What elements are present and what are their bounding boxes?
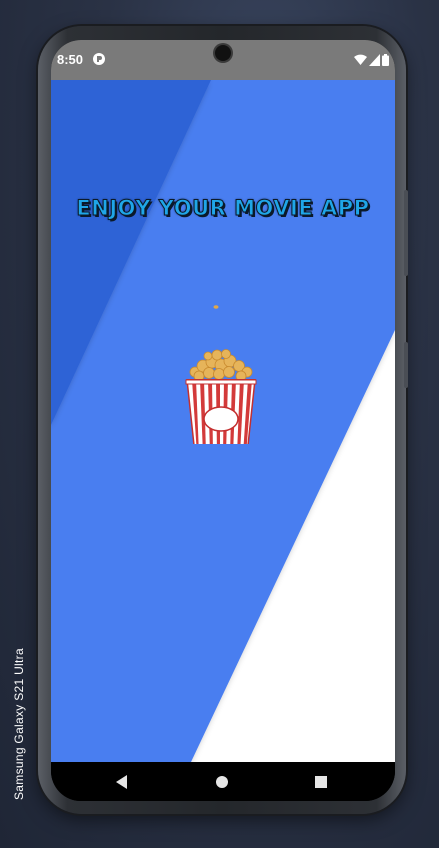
front-camera <box>215 45 231 61</box>
battery-icon <box>382 54 389 66</box>
volume-button <box>404 190 408 276</box>
power-button <box>404 342 408 388</box>
back-icon[interactable] <box>114 774 130 790</box>
popcorn-bucket <box>185 305 257 444</box>
recents-icon[interactable] <box>313 774 329 790</box>
splash-title: ENJOY YOUR MOVIE APP <box>76 196 370 221</box>
signal-icon <box>369 54 380 66</box>
phone-screen: 8:50 ENJOY YOUR MOVIE APP <box>51 40 395 801</box>
status-bar: 8:50 <box>51 40 395 80</box>
navigation-bar <box>51 762 395 801</box>
status-indicators <box>354 53 389 67</box>
home-icon[interactable] <box>214 774 230 790</box>
splash-screen: ENJOY YOUR MOVIE APP <box>51 80 395 762</box>
wifi-icon <box>354 54 367 65</box>
status-time: 8:50 <box>57 52 84 67</box>
app-notification-icon <box>93 53 105 65</box>
device-model-label: Samsung Galaxy S21 Ultra <box>12 648 26 800</box>
